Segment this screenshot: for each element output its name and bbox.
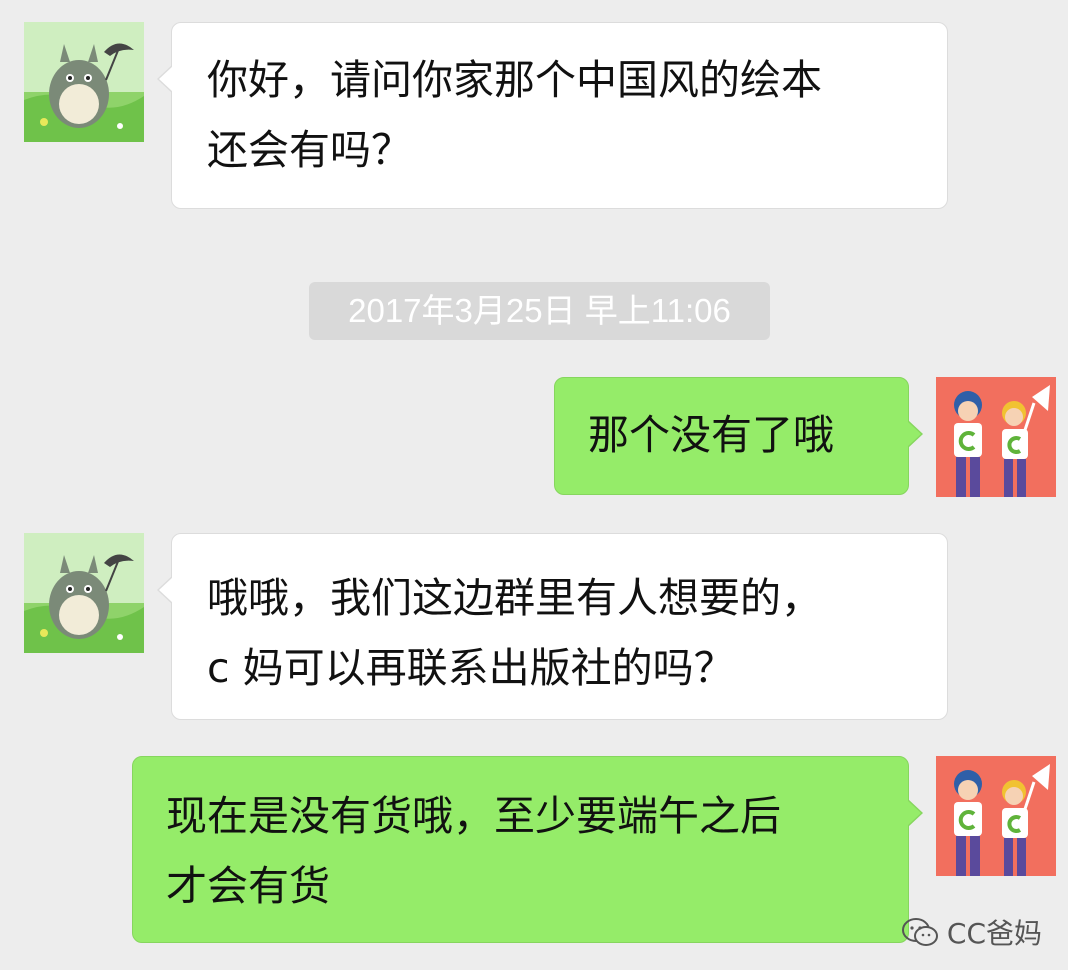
contact-avatar[interactable] bbox=[24, 22, 144, 142]
message-bubble-incoming[interactable]: 你好，请问你家那个中国风的绘本 还会有吗？ bbox=[157, 22, 948, 209]
self-avatar[interactable] bbox=[936, 377, 1056, 497]
message-text: 你好，请问你家那个中国风的绘本 还会有吗？ bbox=[207, 56, 822, 174]
watermark: CC爸妈 bbox=[901, 912, 1042, 952]
message-text: 现在是没有货哦，至少要端午之后 才会有货 bbox=[166, 792, 781, 910]
kids-c-avatar-icon bbox=[936, 756, 1056, 876]
message-bubble-incoming[interactable]: 哦哦，我们这边群里有人想要的， c 妈可以再联系出版社的吗？ bbox=[157, 533, 948, 720]
totoro-avatar-icon bbox=[24, 533, 144, 653]
wechat-icon bbox=[901, 918, 938, 946]
totoro-avatar-icon bbox=[24, 22, 144, 142]
self-avatar[interactable] bbox=[936, 756, 1056, 876]
contact-avatar[interactable] bbox=[24, 533, 144, 653]
watermark-label: CC爸妈 bbox=[946, 917, 1042, 950]
message-text: 那个没有了哦 bbox=[588, 411, 834, 459]
kids-c-avatar-icon bbox=[936, 377, 1056, 497]
message-text: 哦哦，我们这边群里有人想要的， c 妈可以再联系出版社的吗？ bbox=[207, 574, 822, 692]
message-bubble-outgoing[interactable]: 现在是没有货哦，至少要端午之后 才会有货 bbox=[132, 756, 923, 943]
message-bubble-outgoing[interactable]: 那个没有了哦 bbox=[554, 377, 923, 495]
message-timestamp: 2017年3月25日 早上11:06 bbox=[309, 282, 770, 340]
